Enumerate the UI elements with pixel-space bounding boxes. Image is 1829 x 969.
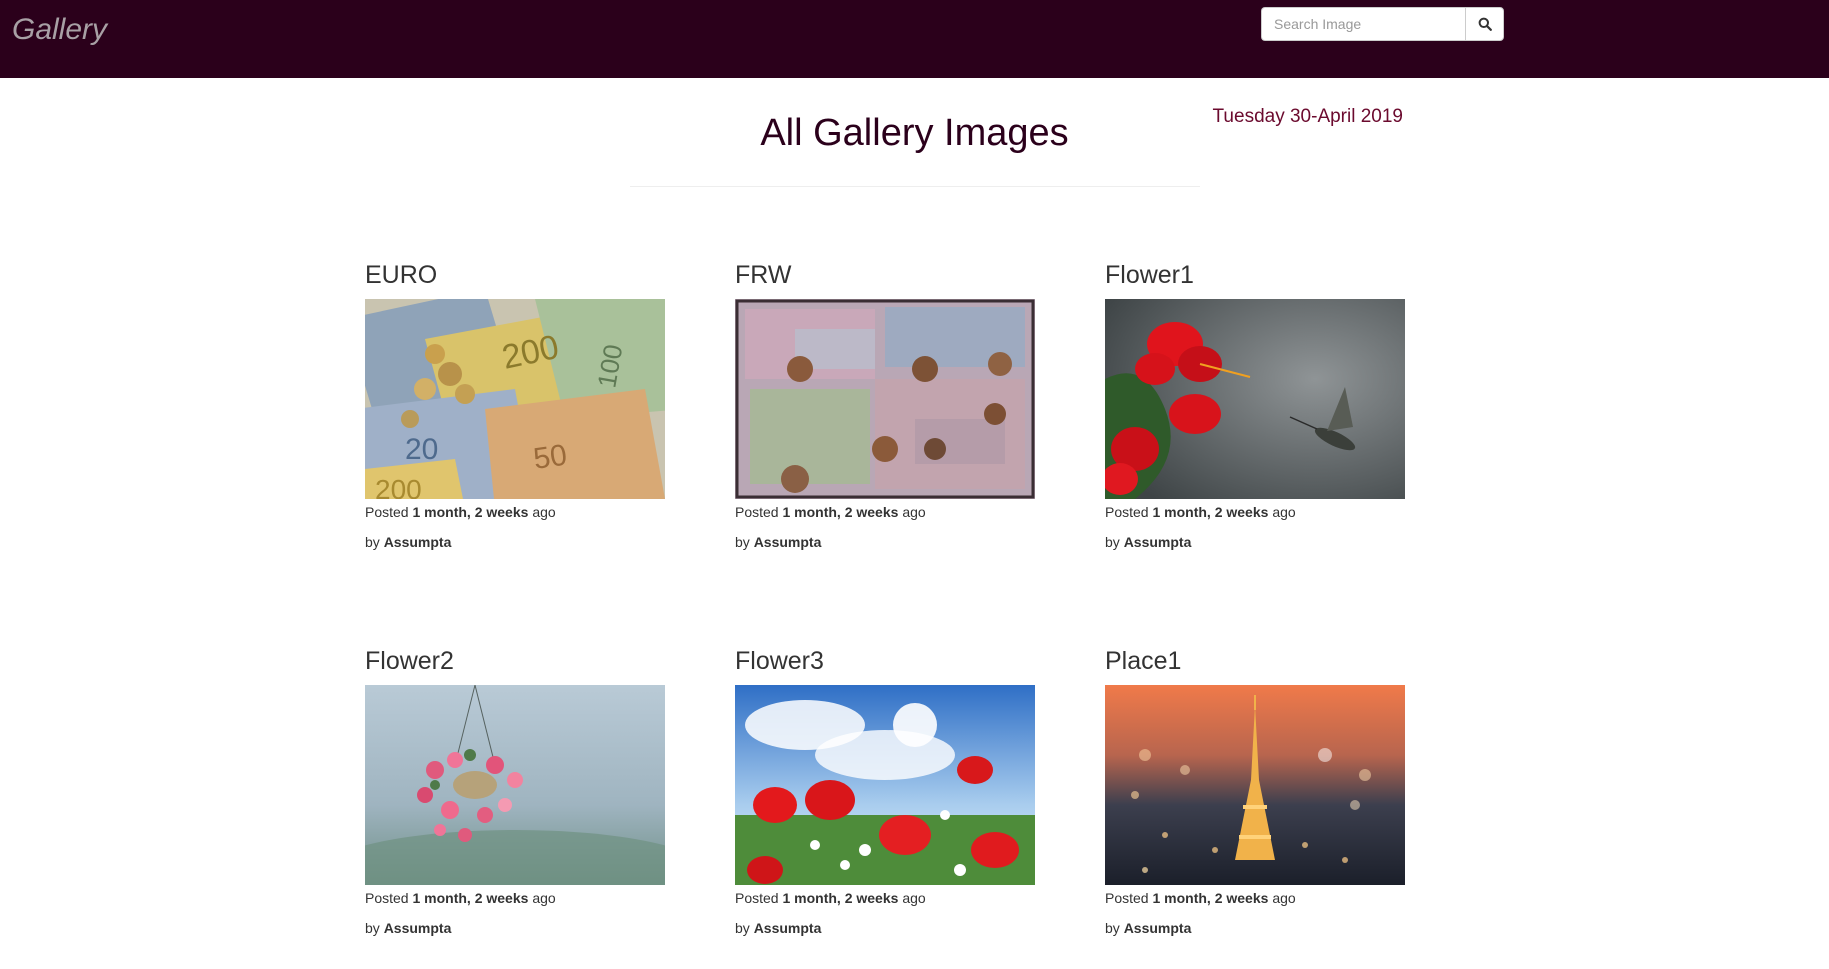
page-title: All Gallery Images: [760, 112, 1069, 154]
svg-text:50: 50: [531, 439, 569, 476]
card-author: by Assumpta: [735, 532, 1035, 552]
image-grid: EURO 200 20 50 100 200 Posted 1 month, 2…: [365, 255, 1465, 937]
posted-prefix: Posted: [1105, 890, 1149, 906]
search-button[interactable]: [1465, 7, 1504, 41]
image-card-flower2: Flower2 Posted 1 month, 2 weeks ago by A…: [365, 641, 665, 937]
current-date: Tuesday 30-April 2019: [1212, 106, 1403, 127]
author-name: Assumpta: [753, 920, 822, 936]
card-posted: Posted 1 month, 2 weeks ago: [365, 888, 665, 908]
by-prefix: by: [735, 920, 750, 936]
card-author: by Assumpta: [735, 918, 1035, 938]
search-form: [1261, 7, 1504, 41]
card-author: by Assumpta: [1105, 918, 1405, 938]
card-posted: Posted 1 month, 2 weeks ago: [1105, 888, 1405, 908]
by-prefix: by: [365, 920, 380, 936]
eiffel-tower-night-image[interactable]: [1105, 685, 1405, 885]
card-author: by Assumpta: [365, 532, 665, 552]
by-prefix: by: [735, 534, 750, 550]
posted-prefix: Posted: [735, 890, 779, 906]
card-title: FRW: [735, 261, 792, 289]
image-card-euro: EURO 200 20 50 100 200 Posted 1 month, 2…: [365, 255, 665, 551]
image-card-flower3: Flower3 Posted 1 month, 2 weeks ago by A…: [735, 641, 1035, 937]
by-prefix: by: [1105, 920, 1120, 936]
by-prefix: by: [365, 534, 380, 550]
posted-age: 1 month, 2 weeks: [782, 890, 899, 906]
author-name: Assumpta: [753, 534, 822, 550]
card-author: by Assumpta: [365, 918, 665, 938]
author-name: Assumpta: [1123, 534, 1192, 550]
card-title: Flower2: [365, 647, 454, 675]
navbar: Gallery: [0, 0, 1829, 78]
posted-suffix: ago: [902, 504, 926, 520]
svg-text:20: 20: [405, 433, 438, 466]
posted-age: 1 month, 2 weeks: [782, 504, 899, 520]
posted-prefix: Posted: [735, 504, 779, 520]
card-posted: Posted 1 month, 2 weeks ago: [735, 888, 1035, 908]
card-title: EURO: [365, 261, 438, 289]
posted-age: 1 month, 2 weeks: [1152, 890, 1269, 906]
search-icon: [1478, 17, 1492, 31]
card-author: by Assumpta: [1105, 532, 1405, 552]
hanging-flower-basket-image[interactable]: [365, 685, 665, 885]
by-prefix: by: [1105, 534, 1120, 550]
posted-prefix: Posted: [1105, 504, 1149, 520]
brand-link[interactable]: Gallery: [12, 13, 107, 47]
posted-age: 1 month, 2 weeks: [412, 504, 529, 520]
image-card-place1: Place1 Posted 1 month, 2 weeks ago by As…: [1105, 641, 1405, 937]
card-title: Flower1: [1105, 261, 1194, 289]
image-card-flower1: Flower1 Posted 1 month, 2 weeks ago by A…: [1105, 255, 1405, 551]
posted-age: 1 month, 2 weeks: [412, 890, 529, 906]
posted-suffix: ago: [532, 890, 556, 906]
euro-banknotes-image[interactable]: 200 20 50 100 200: [365, 299, 665, 499]
card-title: Flower3: [735, 647, 824, 675]
svg-text:200: 200: [375, 474, 422, 499]
author-name: Assumpta: [1123, 920, 1192, 936]
search-input[interactable]: [1261, 7, 1465, 41]
poppy-field-image[interactable]: [735, 685, 1035, 885]
card-title: Place1: [1105, 647, 1182, 675]
author-name: Assumpta: [383, 920, 452, 936]
card-posted: Posted 1 month, 2 weeks ago: [735, 502, 1035, 522]
posted-age: 1 month, 2 weeks: [1152, 504, 1269, 520]
posted-prefix: Posted: [365, 504, 409, 520]
author-name: Assumpta: [383, 534, 452, 550]
image-card-frw: FRW Posted 1 month, 2 weeks ago by Assum: [735, 255, 1035, 551]
hibiscus-hummingbird-image[interactable]: [1105, 299, 1405, 499]
posted-prefix: Posted: [365, 890, 409, 906]
posted-suffix: ago: [1272, 890, 1296, 906]
posted-suffix: ago: [532, 504, 556, 520]
title-divider: [630, 186, 1200, 187]
card-posted: Posted 1 month, 2 weeks ago: [365, 502, 665, 522]
card-posted: Posted 1 month, 2 weeks ago: [1105, 502, 1405, 522]
frw-banknotes-image[interactable]: [735, 299, 1035, 499]
posted-suffix: ago: [902, 890, 926, 906]
posted-suffix: ago: [1272, 504, 1296, 520]
